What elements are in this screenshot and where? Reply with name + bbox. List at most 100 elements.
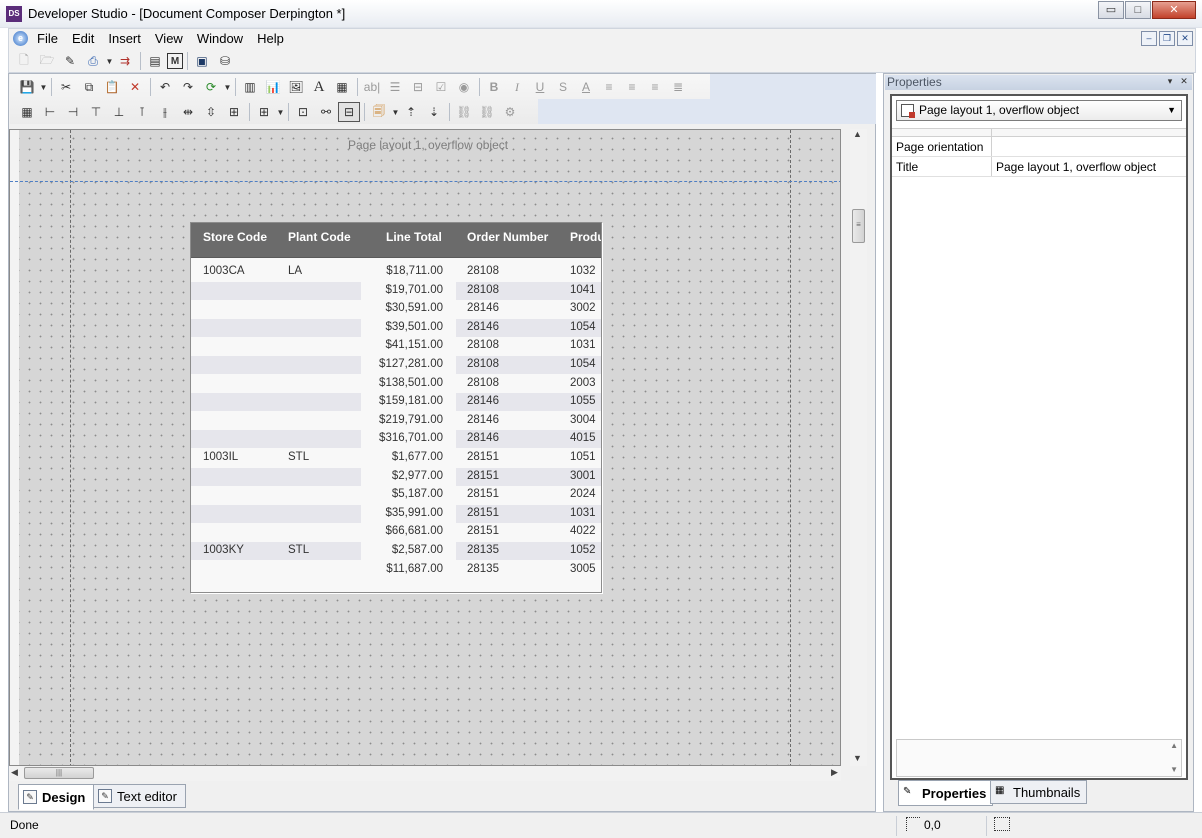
open-icon[interactable]: 🗁	[36, 51, 58, 71]
scroll-up-icon[interactable]: ▲	[853, 129, 862, 139]
align-bottoms-icon[interactable]: ⊥	[108, 102, 130, 122]
align-middles-icon[interactable]: ⊺	[131, 102, 153, 122]
italic-icon[interactable]: I	[506, 77, 528, 97]
scroll-down-icon[interactable]: ▼	[853, 753, 862, 763]
align-rights-icon[interactable]: ⊣	[62, 102, 84, 122]
property-value[interactable]: Page layout 1, overflow object	[996, 160, 1156, 174]
property-row[interactable]: Page orientation	[892, 137, 1186, 157]
insert-text-icon[interactable]: A	[308, 77, 330, 97]
scroll-right-icon[interactable]: ▶	[831, 767, 838, 778]
unchain-icon[interactable]: ⛓	[476, 102, 498, 122]
menu-view[interactable]: View	[155, 31, 183, 46]
insert-grid-icon[interactable]: ▦	[331, 77, 353, 97]
design-canvas[interactable]: Page layout 1, overflow object Store Cod…	[9, 129, 841, 766]
maximize-button[interactable]: □	[1125, 1, 1151, 19]
save-dropdown-icon[interactable]: ▼	[39, 83, 48, 92]
panel-menu-icon[interactable]: ▾	[1164, 75, 1176, 87]
combo-box-icon[interactable]: ⊟	[407, 77, 429, 97]
menu-file[interactable]: File	[37, 31, 58, 46]
space-down-icon[interactable]: ⇳	[200, 102, 222, 122]
object-selector[interactable]: Page layout 1, overflow object ▼	[896, 100, 1182, 121]
menu-window[interactable]: Window	[197, 31, 243, 46]
radio-icon[interactable]: ◉	[453, 77, 475, 97]
checkbox-icon[interactable]: ☑	[430, 77, 452, 97]
minimize-button[interactable]: ▭	[1098, 1, 1124, 19]
strikethrough-icon[interactable]: S	[552, 77, 574, 97]
align-tops-icon[interactable]: ⊤	[85, 102, 107, 122]
cell-order-number: 28146	[467, 395, 499, 408]
mdi-minimize-button[interactable]: –	[1141, 31, 1157, 46]
menu-edit[interactable]: Edit	[72, 31, 94, 46]
report-icon[interactable]: ▤	[144, 51, 166, 71]
refresh-dropdown-icon[interactable]: ▼	[223, 83, 232, 92]
desc-scroll-up-icon[interactable]: ▲	[1170, 741, 1178, 750]
cell-product: 4022	[570, 525, 596, 538]
menu-insert[interactable]: Insert	[108, 31, 141, 46]
font-color-icon[interactable]: A	[575, 77, 597, 97]
redo-icon[interactable]: ↷	[177, 77, 199, 97]
panel-close-icon[interactable]: ✕	[1178, 75, 1190, 87]
justify-icon[interactable]: ≣	[667, 77, 689, 97]
paste-icon[interactable]: 📋	[101, 77, 123, 97]
horizontal-scrollbar[interactable]: ◀ ||| ▶	[9, 766, 841, 781]
tab-thumbnails[interactable]: ▦ Thumbnails	[990, 780, 1088, 804]
insert-chart-icon[interactable]: 📊	[262, 77, 284, 97]
bold-icon[interactable]: B	[483, 77, 505, 97]
property-row[interactable]: Title Page layout 1, overflow object	[892, 157, 1186, 177]
print-icon[interactable]: ⎙	[82, 51, 104, 71]
vertical-scrollbar[interactable]: ▲ ≡ ▼	[850, 129, 867, 766]
run-icon[interactable]: ⇉	[114, 51, 136, 71]
bring-forward-icon[interactable]: ⇡	[400, 102, 422, 122]
close-button[interactable]: ✕	[1152, 1, 1196, 19]
page-settings-icon[interactable]: 🗐	[368, 102, 390, 122]
new-icon[interactable]: 🗋	[13, 51, 35, 71]
page-settings-dropdown-icon[interactable]: ▼	[391, 108, 400, 117]
chain-icon[interactable]: ⛓	[453, 102, 475, 122]
console-icon[interactable]: ▣	[191, 51, 213, 71]
report-table[interactable]: Store Code Plant Code Line Total Order N…	[190, 222, 602, 593]
tab-design[interactable]: ✎ Design	[18, 784, 95, 810]
mdi-restore-button[interactable]: ❐	[1159, 31, 1175, 46]
underline-icon[interactable]: U	[529, 77, 551, 97]
save-icon[interactable]: 💾	[16, 77, 38, 97]
align-right-icon[interactable]: ≡	[644, 77, 666, 97]
insert-report-icon[interactable]: ▥	[239, 77, 261, 97]
document-menu-icon[interactable]: e	[13, 31, 28, 46]
tab-properties[interactable]: ✎ Properties	[898, 780, 994, 806]
list-box-icon[interactable]: ☰	[384, 77, 406, 97]
refresh-icon[interactable]: ⟳	[200, 77, 222, 97]
report-m-icon[interactable]: M	[167, 53, 183, 69]
server-icon[interactable]: ⛁	[214, 51, 236, 71]
print-dropdown-icon[interactable]: ▼	[105, 57, 114, 66]
tab-text-editor[interactable]: ✎ Text editor	[93, 784, 186, 808]
vertical-scroll-thumb[interactable]: ≡	[852, 209, 865, 243]
cut-icon[interactable]: ✂	[55, 77, 77, 97]
insert-image-icon[interactable]: 🖼	[285, 77, 307, 97]
edit-icon[interactable]: ✎	[59, 51, 81, 71]
copy-icon[interactable]: ⧉	[78, 77, 100, 97]
snap-icon[interactable]: ⊡	[292, 102, 314, 122]
mdi-close-button[interactable]: ✕	[1177, 31, 1193, 46]
align-centers-icon[interactable]: ⫲	[154, 102, 176, 122]
space-across-icon[interactable]: ⇹	[177, 102, 199, 122]
same-size-icon[interactable]: ⊞	[223, 102, 245, 122]
link-objects-icon[interactable]: ⚯	[315, 102, 337, 122]
text-field-icon[interactable]: ab|	[361, 77, 383, 97]
grid-toggle-icon[interactable]: ▦	[16, 102, 38, 122]
send-backward-icon[interactable]: ⇣	[423, 102, 445, 122]
align-center-icon[interactable]: ≡	[621, 77, 643, 97]
align-left-icon[interactable]: ≡	[598, 77, 620, 97]
layout-grid-icon[interactable]: ⊞	[253, 102, 275, 122]
layout-grid-dropdown-icon[interactable]: ▼	[276, 108, 285, 117]
horizontal-scroll-thumb[interactable]: |||	[24, 767, 94, 779]
align-lefts-icon[interactable]: ⊢	[39, 102, 61, 122]
menu-help[interactable]: Help	[257, 31, 284, 46]
overflow-view-icon[interactable]: ⊟	[338, 102, 360, 122]
delete-icon[interactable]: ✕	[124, 77, 146, 97]
undo-icon[interactable]: ↶	[154, 77, 176, 97]
header-order-number: Order Number	[467, 230, 549, 244]
chain-settings-icon[interactable]: ⚙	[499, 102, 521, 122]
desc-scroll-down-icon[interactable]: ▼	[1170, 765, 1178, 774]
scroll-left-icon[interactable]: ◀	[11, 767, 18, 778]
cell-order-number: 28151	[467, 506, 499, 519]
